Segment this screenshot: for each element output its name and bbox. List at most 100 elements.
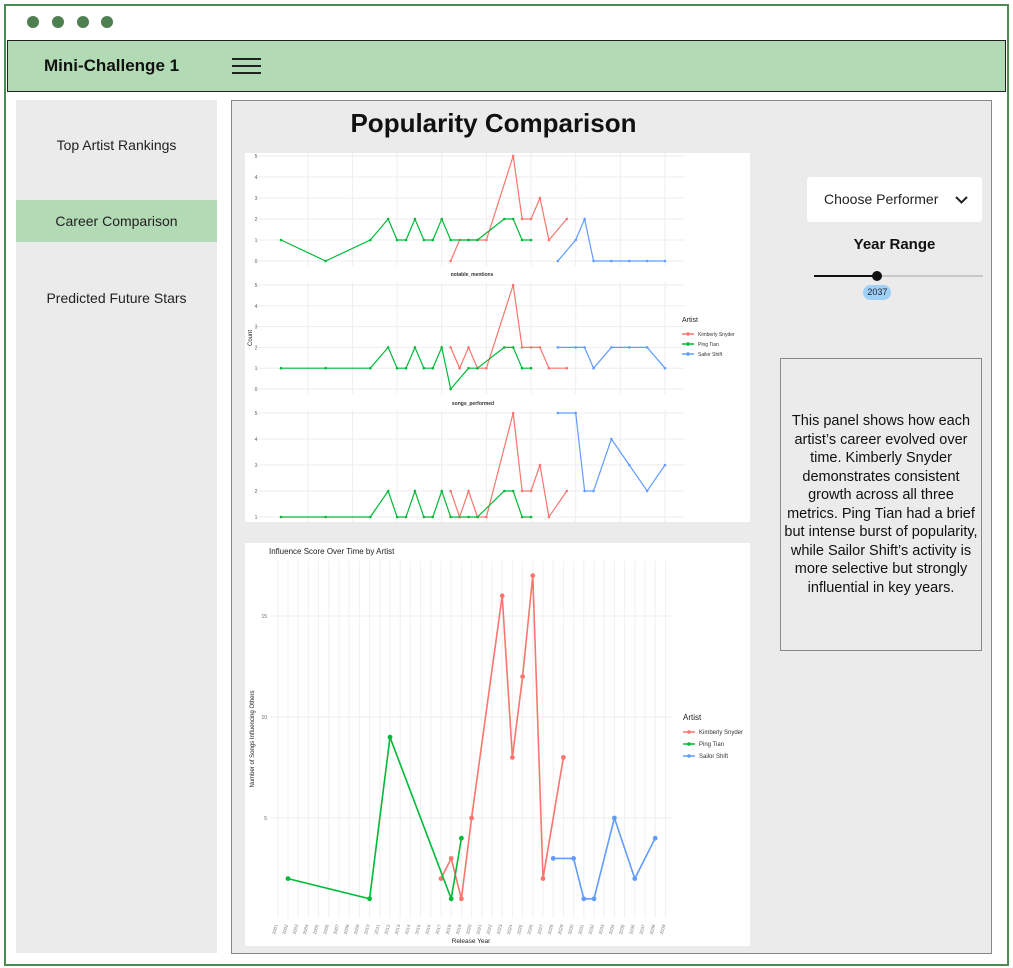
data-point — [538, 346, 542, 349]
y-tick-label: 5 — [255, 411, 258, 417]
data-point — [395, 515, 399, 519]
data-point — [467, 515, 470, 519]
y-tick-label: 5 — [255, 283, 258, 289]
x-tick-label: 2001 — [271, 923, 279, 934]
data-point — [520, 489, 524, 493]
legend-key-point — [686, 352, 690, 356]
legend-title: Artist — [683, 713, 702, 722]
performer-dropdown[interactable]: Choose Performer — [807, 177, 982, 222]
data-point — [324, 366, 327, 370]
data-point — [529, 366, 533, 370]
data-point — [369, 515, 372, 519]
data-point — [610, 259, 613, 263]
app-header: Mini-Challenge 1 — [7, 40, 1006, 92]
data-point — [440, 217, 444, 221]
window-dot-icon — [27, 16, 39, 28]
legend-key-point — [687, 754, 691, 758]
data-point — [547, 366, 551, 370]
x-tick-label: 2013 — [394, 923, 402, 934]
x-axis-label: Release Year — [452, 938, 492, 945]
data-point — [449, 259, 452, 263]
data-point — [476, 366, 479, 370]
window-dot-icon — [101, 16, 113, 28]
x-tick-label: 2023 — [496, 923, 504, 934]
x-tick-label: 2010 — [363, 923, 371, 934]
x-tick-label: 2030 — [567, 923, 575, 934]
data-point — [369, 238, 372, 242]
data-point — [467, 489, 470, 493]
data-point — [386, 217, 390, 221]
description-text: This panel shows how each artist’s caree… — [784, 413, 978, 596]
data-point — [592, 366, 595, 370]
hamburger-icon[interactable] — [232, 56, 261, 76]
page-title: Popularity Comparison — [350, 108, 637, 138]
data-point — [540, 876, 546, 881]
series-line — [450, 155, 568, 262]
data-point — [645, 489, 649, 493]
year-range-slider[interactable]: 2037 — [814, 271, 983, 300]
x-tick-label: 2020 — [465, 923, 473, 934]
y-tick-label: 0 — [255, 387, 258, 393]
data-point — [538, 463, 542, 467]
data-point — [645, 346, 649, 349]
x-tick-label: 2038 — [649, 923, 657, 934]
data-point — [583, 489, 586, 493]
x-tick-label: 2021 — [475, 923, 483, 934]
data-point — [565, 366, 569, 370]
data-point — [632, 876, 638, 881]
data-point — [547, 515, 551, 519]
x-tick-label: 2016 — [424, 923, 432, 934]
x-tick-label: 2037 — [639, 923, 647, 934]
legend-label: Ping Tian — [699, 742, 724, 748]
data-point — [612, 815, 617, 821]
slider-thumb[interactable] — [872, 271, 883, 281]
data-point — [502, 346, 506, 349]
data-point — [369, 366, 372, 370]
data-point — [652, 835, 658, 841]
x-tick-label: 2003 — [292, 923, 300, 934]
data-point — [529, 515, 533, 519]
x-tick-label: 2025 — [516, 923, 524, 934]
slider-value-badge: 2037 — [863, 285, 892, 300]
data-point — [556, 411, 560, 415]
data-point — [440, 489, 444, 493]
data-point — [431, 238, 435, 242]
data-point — [645, 259, 649, 263]
data-point — [476, 515, 479, 519]
faceted-metrics-chart: 0 1 2 3 4 5 0 1 2 3 4 5 1 2 3 4 5 notable_mentions songs_p… — [245, 153, 750, 522]
legend-label: Sailor Shift — [698, 352, 723, 358]
x-tick-label: 2039 — [659, 923, 667, 934]
data-point — [556, 346, 560, 349]
data-point — [467, 238, 470, 242]
legend-title: Artist — [682, 317, 698, 324]
x-tick-label: 2007 — [333, 923, 341, 934]
window-dot-icon — [52, 16, 64, 28]
data-point — [538, 196, 542, 200]
data-point — [511, 489, 515, 493]
data-point — [386, 346, 390, 349]
main-panel: Popularity Comparison 0 1 2 3 4 5 0 1 2 3 4 5 1 2 3 4 5 n… — [231, 100, 992, 954]
x-tick-label: 2005 — [312, 923, 320, 934]
data-point — [565, 489, 569, 493]
data-point — [279, 366, 283, 370]
sidebar-item-career-comparison[interactable]: Career Comparison — [16, 200, 217, 242]
data-point — [520, 238, 524, 242]
data-point — [529, 238, 533, 242]
data-point — [592, 259, 595, 263]
data-point — [449, 489, 452, 493]
data-point — [663, 463, 667, 467]
sidebar-item-top-artist-rankings[interactable]: Top Artist Rankings — [16, 124, 217, 166]
data-point — [476, 238, 479, 242]
series-line — [557, 412, 666, 493]
data-point — [485, 238, 488, 242]
data-point — [547, 238, 551, 242]
data-point — [520, 346, 524, 349]
data-point — [592, 489, 595, 493]
x-tick-label: 2036 — [628, 923, 636, 934]
data-point — [571, 856, 576, 861]
data-point — [449, 515, 452, 519]
data-point — [511, 411, 515, 415]
data-point — [459, 835, 464, 841]
data-point — [663, 259, 667, 263]
sidebar-item-predicted-future-stars[interactable]: Predicted Future Stars — [16, 277, 217, 319]
